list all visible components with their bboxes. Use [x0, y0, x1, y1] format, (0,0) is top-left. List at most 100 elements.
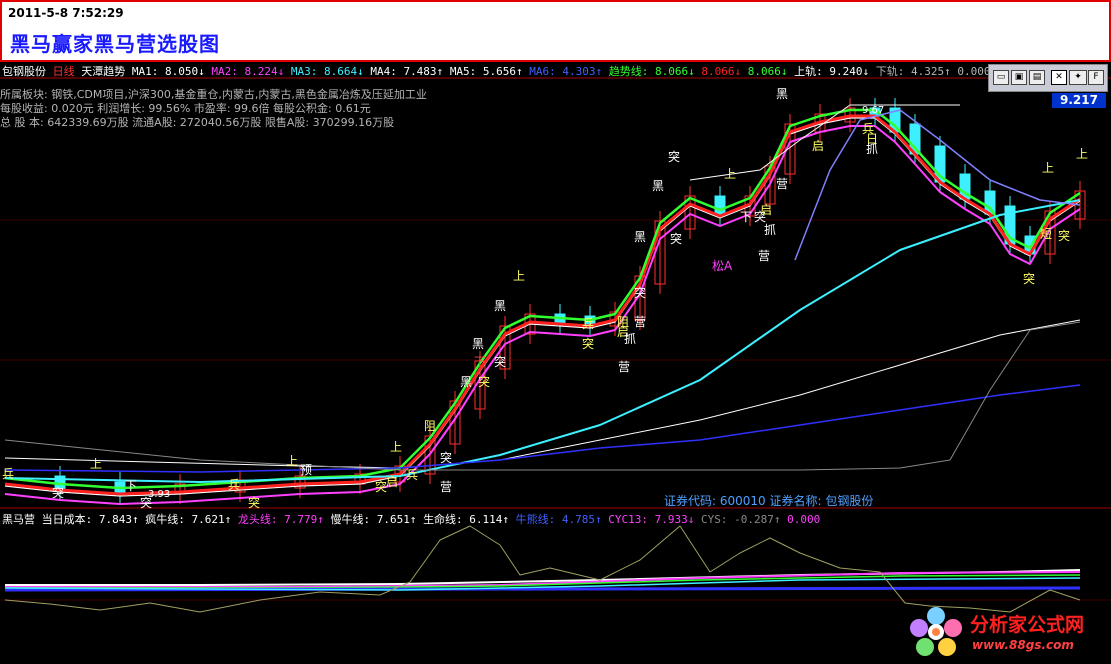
sub-indicator-row: 黑马营 当日成本: 7.843↑ 疯牛线: 7.621↑ 龙头线: 7.779↑…: [2, 511, 820, 527]
signal-label: 抓: [866, 142, 878, 156]
stock-info-shares: 总 股 本: 642339.69万股 流通A股: 272040.56万股 限售A…: [0, 116, 395, 129]
restore-icon[interactable]: ▣: [1011, 70, 1027, 85]
sub-indicator_row-item: 0.000: [787, 513, 821, 526]
favorite-star-button[interactable]: ✦: [1069, 70, 1087, 85]
lower-band-line: [4, 321, 1081, 471]
chart-toolbar: ▭ ▣ ▤ ✕ ✦ F: [988, 64, 1108, 92]
signal-label: 兵: [2, 467, 14, 481]
stock-info-sector: 所属板块: 钢铁,CDM项目,沪深300,基金重仓,内蒙古,内蒙古,黑色金属冶炼…: [0, 88, 427, 101]
trend-red-line: [4, 114, 1081, 496]
main-indicator_row-item: 趋势线: 8.066↓: [608, 65, 702, 78]
signal-label: 营: [776, 177, 788, 191]
signal-label: 上: [513, 269, 525, 283]
main-indicator_row-item: 0.000: [957, 65, 991, 78]
stock-info-panel: 所属板块: 钢铁,CDM项目,沪深300,基金重仓,内蒙古,内蒙古,黑色金属冶炼…: [0, 88, 427, 130]
current-price-label: 9.217: [1052, 93, 1106, 108]
main-indicator-row: 包钢股份 日线 天潭趋势 MA1: 8.050↓ MA2: 8.224↓ MA3…: [2, 63, 990, 79]
signal-label: 突: [670, 231, 682, 246]
ma5-line: [4, 319, 1081, 469]
signal-label: 下: [740, 210, 752, 224]
signal-label: 下: [125, 479, 137, 493]
sub-indicator_row-item: 牛熊线: 4.785↑: [515, 513, 609, 526]
signal-label: 黑: [776, 87, 788, 101]
main-indicator_row-item: MA3: 8.664↓: [290, 65, 371, 78]
ma6-line: [4, 384, 1081, 473]
signal-label: 突: [478, 374, 490, 389]
banner-title: 黑马赢家黑马营选股图: [10, 32, 220, 56]
main-indicator_row-item: MA6: 4.303↑: [529, 65, 609, 78]
stock-info-eps: 每股收益: 0.020元 利润增长: 99.56% 市盈率: 99.6倍 每股公…: [0, 102, 371, 115]
sub-indicator_row-item: 疯牛线: 7.621↑: [145, 513, 238, 526]
signal-label: 上: [1076, 147, 1088, 161]
signal-label: 兵: [582, 317, 594, 331]
signal-label: 黑: [634, 230, 646, 244]
signal-label: 营: [618, 360, 630, 374]
main-indicator_row-item: 上轨: 9.240↓: [794, 65, 876, 78]
flower-icon: [910, 607, 962, 656]
banner-datetime: 2011-5-8 7:52:29: [8, 6, 124, 20]
signal-label: 预: [300, 463, 312, 477]
watermark-text: 分析家公式网: [970, 614, 1085, 636]
sub-indicator_row-item: 黑马营 当日成本: 7.843↑: [2, 513, 146, 526]
sub-indicator_row-item: 龙头线: 7.779↑: [237, 513, 331, 526]
signal-label: 上: [390, 440, 402, 454]
sub-indicator_row-item: 慢牛线: 7.651↑: [330, 513, 424, 526]
main-indicator_row-item: 包钢股份: [2, 65, 46, 78]
signal-label: 兵: [228, 478, 240, 492]
signal-label: 下: [474, 355, 486, 369]
signal-label: 营: [758, 249, 770, 263]
signal-label: 抓: [764, 223, 776, 237]
signal-label: 上: [90, 457, 102, 471]
signal-label: 抓: [624, 332, 636, 346]
signal-label: 突: [582, 336, 594, 351]
signal-label: 突: [668, 149, 680, 164]
close-icon[interactable]: ✕: [1051, 70, 1067, 85]
main-indicator_row-item: MA2: 8.224↓: [211, 65, 291, 78]
sub-indicator_row-item: CYS: -0.287↑: [701, 513, 788, 526]
signal-label: 启: [812, 139, 824, 153]
signal-label: 短: [1040, 227, 1052, 241]
cys-line: [4, 525, 1081, 613]
signal-label: 营: [440, 480, 452, 494]
watermark-url: www.88gs.com: [972, 638, 1074, 652]
signal-label: 上: [1042, 161, 1054, 175]
stock-code-label: 证券代码: 600010 证券名称: 包钢股份: [664, 494, 874, 508]
sub-indicator_row-item: CYC13: 7.933↓: [608, 513, 701, 526]
sub-indicator_row-item: 生命线: 6.114↑: [423, 513, 516, 526]
signal-label: 突: [634, 285, 646, 300]
signal-label: 上: [286, 454, 298, 468]
watermark-logo: 分析家公式网 www.88gs.com: [906, 604, 1106, 660]
signal-label: 兵: [406, 468, 418, 482]
main-indicator_row-item: 天潭趋势: [74, 65, 132, 78]
signal-label: 松A: [712, 259, 733, 273]
tile-icon[interactable]: ▤: [1029, 70, 1045, 85]
main-indicator_row-item: MA1: 8.050↓: [131, 65, 212, 78]
low-price-label: 3.93: [148, 489, 170, 500]
signal-label: 黑: [652, 179, 664, 193]
main-indicator_row-item: MA4: 7.483↑: [370, 65, 450, 78]
signal-label: 突: [52, 485, 64, 500]
ma3-line: [4, 199, 1081, 483]
formula-button[interactable]: F: [1088, 70, 1104, 85]
signal-label: 突: [1058, 228, 1070, 243]
signal-label: 黑: [472, 337, 484, 351]
main-indicator_row-item: 8.066↓: [747, 65, 795, 78]
ma1-line: [4, 117, 1081, 497]
window-icon[interactable]: ▭: [993, 70, 1009, 85]
signal-label: 阻: [424, 419, 436, 433]
signal-label: 上: [724, 167, 736, 181]
ma2-line: [4, 125, 1081, 505]
high-price-label: 9.67: [862, 105, 884, 116]
title-banner: 2011-5-8 7:52:29 黑马赢家黑马营选股图: [0, 0, 1111, 62]
signal-label: 启: [760, 203, 772, 217]
signal-label: 黑: [494, 299, 506, 313]
main-indicator_row-item: 下轨: 4.325↑: [875, 65, 958, 78]
main-indicator_row-item: MA5: 5.656↑: [449, 65, 530, 78]
signal-label: 突: [248, 495, 260, 510]
signal-label: 营: [634, 315, 646, 329]
main-indicator_row-item: 8.066↓: [701, 65, 748, 78]
signal-label: 黑: [460, 375, 472, 389]
signal-label: 突: [494, 354, 506, 369]
main-indicator_row-item: 日线: [46, 65, 75, 78]
signal-label: 启: [386, 475, 398, 489]
